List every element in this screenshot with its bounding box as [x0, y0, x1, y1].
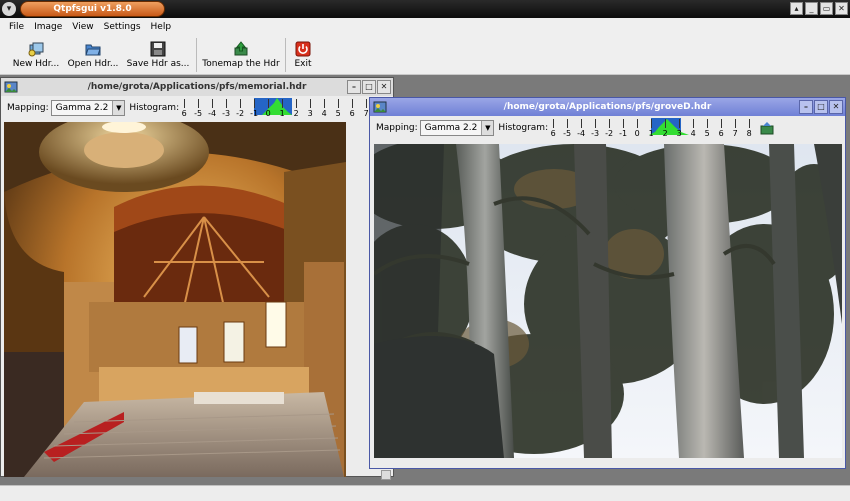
- histogram-tick: -3: [591, 129, 600, 138]
- subwindow-minimize-button[interactable]: –: [347, 80, 361, 94]
- mapping-label: Mapping:: [7, 103, 49, 113]
- subwindow-title: /home/grota/Applications/pfs/memorial.hd…: [87, 82, 307, 92]
- new-hdr-icon: [28, 41, 44, 57]
- menu-file[interactable]: File: [4, 22, 29, 32]
- window-titlebar: ▾ Qtpfsgui v1.8.0 ▴ _ ▭ ✕: [0, 0, 850, 18]
- histogram-tick: 4: [690, 129, 696, 138]
- app-window: ▾ Qtpfsgui v1.8.0 ▴ _ ▭ ✕ File Image Vie…: [0, 0, 850, 501]
- window-close-button[interactable]: ✕: [835, 2, 848, 15]
- histogram-widget[interactable]: 6 -5 -4 -3 -2 -1 0 1 2 3 4 5 6 7 8: [551, 117, 756, 139]
- histogram-tick: 0: [265, 109, 271, 118]
- subwindow-close-button[interactable]: ✕: [829, 100, 843, 114]
- histogram-label: Histogram:: [129, 103, 180, 113]
- histogram-label: Histogram:: [498, 123, 549, 133]
- histogram-tick: 6: [181, 109, 187, 118]
- window-menu-button[interactable]: ▾: [2, 2, 16, 16]
- histogram-tick: 5: [335, 109, 341, 118]
- mapping-select[interactable]: Gamma 2.2 ▼: [50, 100, 126, 116]
- save-hdr-label: Save Hdr as...: [126, 59, 190, 69]
- window-shade-button[interactable]: ▴: [790, 2, 803, 15]
- hdr-image-view[interactable]: [4, 122, 346, 477]
- open-folder-icon: [85, 41, 101, 57]
- histogram-tick: 3: [307, 109, 313, 118]
- chevron-down-icon: ▼: [112, 101, 125, 115]
- histogram-widget[interactable]: 6 -5 -4 -3 -2 -1 0 1 2 3 4 5 6 7 8: [181, 97, 383, 119]
- mapping-label: Mapping:: [376, 123, 418, 133]
- mapping-controls: Mapping: Gamma 2.2 ▼ Histogram: 6 -5 -4 …: [1, 96, 393, 120]
- hdr-image-view[interactable]: [374, 144, 842, 458]
- tonemap-label: Tonemap the Hdr: [202, 59, 280, 69]
- menu-settings[interactable]: Settings: [99, 22, 146, 32]
- histogram-tick: 7: [363, 109, 369, 118]
- histogram-tick: 0: [634, 129, 640, 138]
- hdr-image-icon: [4, 81, 18, 93]
- histogram-tick: 6: [550, 129, 556, 138]
- histogram-graph: [649, 119, 690, 135]
- menubar: File Image View Settings Help: [0, 18, 850, 35]
- histogram-tick: -3: [222, 109, 231, 118]
- menu-image[interactable]: Image: [29, 22, 67, 32]
- histogram-tick: 6: [718, 129, 724, 138]
- mapping-select[interactable]: Gamma 2.2 ▼: [419, 120, 495, 136]
- subwindow-memorial[interactable]: /home/grota/Applications/pfs/memorial.hd…: [0, 77, 394, 480]
- mapping-value: Gamma 2.2: [424, 123, 478, 133]
- chevron-down-icon: ▼: [481, 121, 494, 135]
- histogram-tick: 8: [746, 129, 752, 138]
- subwindow-maximize-button[interactable]: □: [362, 80, 376, 94]
- fit-window-icon[interactable]: [760, 121, 774, 135]
- save-disk-icon: [150, 41, 166, 57]
- histogram-tick: -4: [577, 129, 586, 138]
- new-hdr-button[interactable]: New Hdr...: [10, 35, 62, 75]
- window-title: Qtpfsgui v1.8.0: [20, 1, 165, 17]
- new-hdr-label: New Hdr...: [12, 59, 60, 69]
- resize-grip[interactable]: [381, 470, 391, 480]
- menu-view[interactable]: View: [67, 22, 98, 32]
- save-hdr-button[interactable]: Save Hdr as...: [124, 35, 192, 75]
- toolbar-separator: [285, 38, 286, 72]
- hdr-image-icon: [373, 101, 387, 113]
- histogram-tick: 7: [732, 129, 738, 138]
- histogram-tick: 4: [321, 109, 327, 118]
- exit-button[interactable]: Exit: [290, 35, 316, 75]
- mapping-value: Gamma 2.2: [55, 103, 109, 113]
- histogram-tick: 1: [279, 109, 285, 118]
- subwindow-grove[interactable]: /home/grota/Applications/pfs/groveD.hdr …: [369, 97, 846, 469]
- toolbar: New Hdr... Open Hdr... Save Hdr as... To…: [0, 35, 850, 75]
- tonemap-button[interactable]: Tonemap the Hdr: [201, 35, 281, 75]
- histogram-tick: -1: [250, 109, 259, 118]
- histogram-tick: 5: [704, 129, 710, 138]
- mapping-controls: Mapping: Gamma 2.2 ▼ Histogram: 6 -5 -4 …: [370, 116, 845, 140]
- open-hdr-label: Open Hdr...: [67, 59, 119, 69]
- histogram-tick: 1: [648, 129, 654, 138]
- subwindow-titlebar[interactable]: /home/grota/Applications/pfs/groveD.hdr …: [370, 98, 845, 116]
- subwindow-minimize-button[interactable]: –: [799, 100, 813, 114]
- histogram-tick: -5: [194, 109, 203, 118]
- toolbar-separator: [196, 38, 197, 72]
- histogram-tick: -1: [619, 129, 628, 138]
- subwindow-titlebar[interactable]: /home/grota/Applications/pfs/memorial.hd…: [1, 78, 393, 96]
- open-hdr-button[interactable]: Open Hdr...: [62, 35, 124, 75]
- histogram-tick: -4: [208, 109, 217, 118]
- exit-label: Exit: [294, 59, 312, 69]
- histogram-tick: -5: [563, 129, 572, 138]
- status-bar: [0, 485, 850, 501]
- exit-power-icon: [295, 41, 311, 57]
- histogram-tick: 3: [676, 129, 682, 138]
- subwindow-maximize-button[interactable]: □: [814, 100, 828, 114]
- window-minimize-button[interactable]: _: [805, 2, 818, 15]
- grove-trees-image: [374, 144, 842, 458]
- subwindow-title: /home/grota/Applications/pfs/groveD.hdr: [503, 102, 712, 112]
- memorial-church-image: [4, 122, 346, 477]
- histogram-tick: -2: [236, 109, 245, 118]
- window-maximize-button[interactable]: ▭: [820, 2, 833, 15]
- tonemap-icon: [233, 41, 249, 57]
- histogram-tick: -2: [605, 129, 614, 138]
- histogram-tick: 2: [293, 109, 299, 118]
- histogram-tick: 2: [662, 129, 668, 138]
- menu-help[interactable]: Help: [146, 22, 177, 32]
- histogram-tick: 6: [349, 109, 355, 118]
- subwindow-close-button[interactable]: ✕: [377, 80, 391, 94]
